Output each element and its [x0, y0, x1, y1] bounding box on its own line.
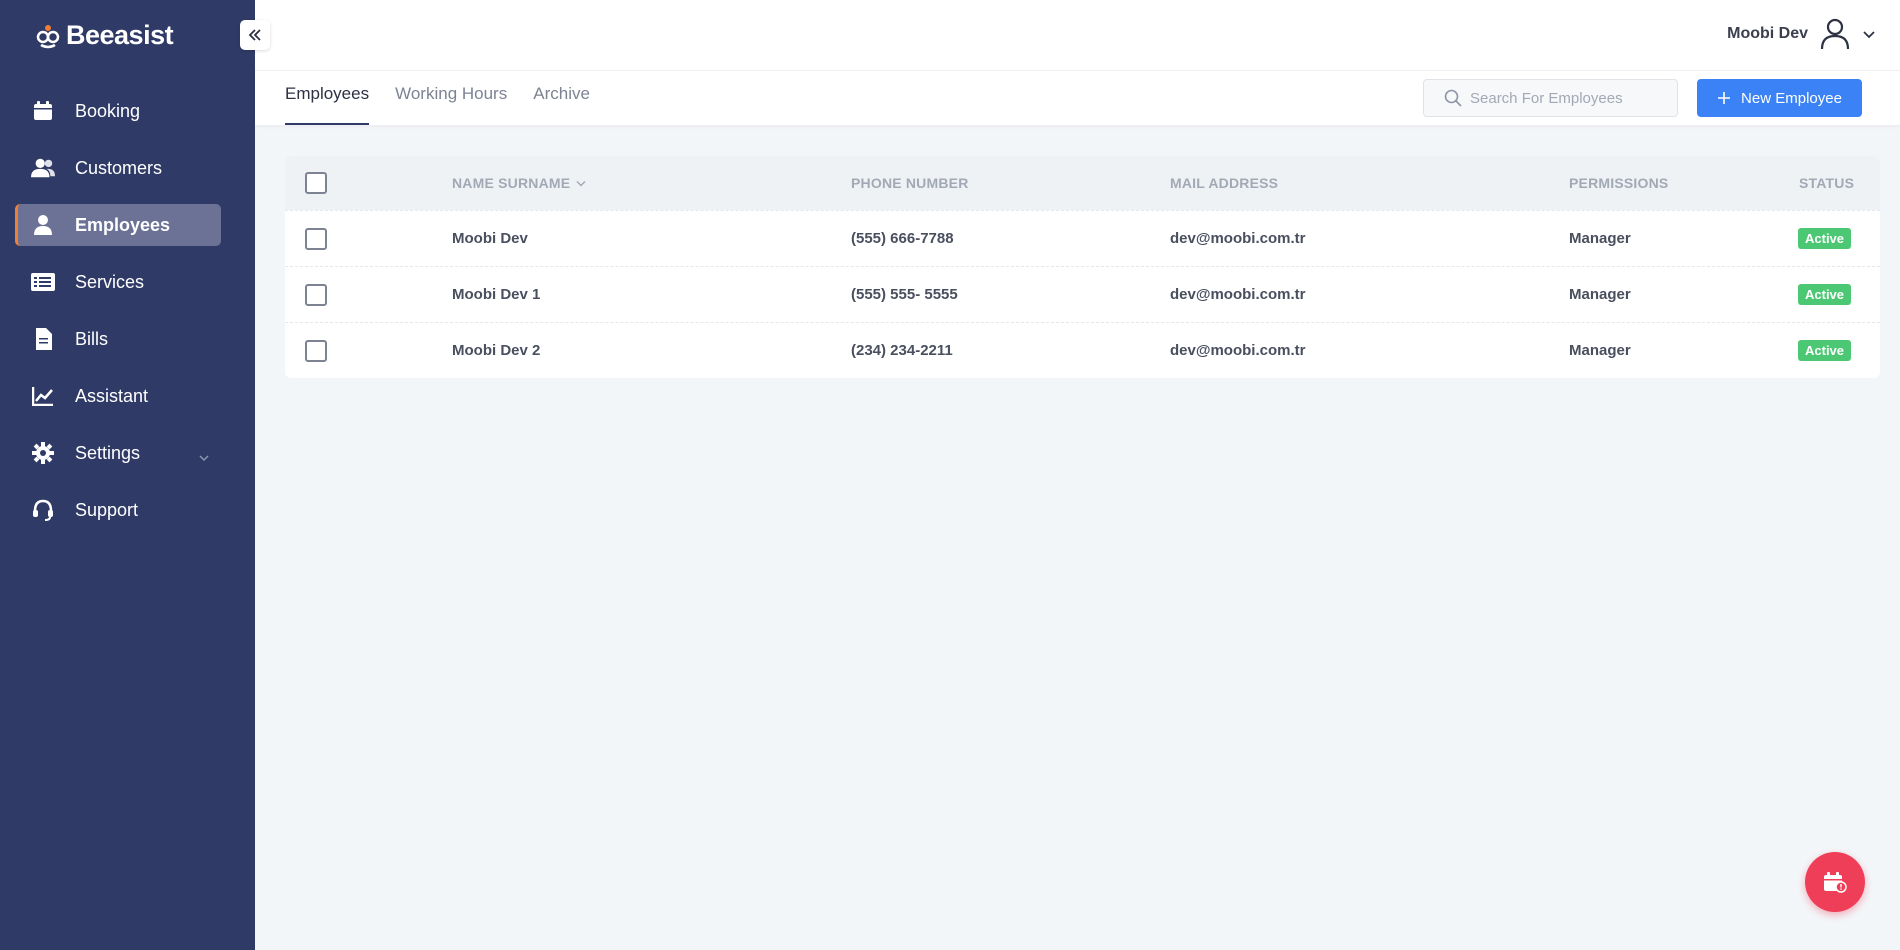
table-row[interactable]: Moobi Dev 2 (234) 234-2211 dev@moobi.com…	[285, 322, 1880, 378]
employees-table: NAME SURNAME PHONE NUMBER MAIL ADDRESS P…	[285, 156, 1880, 378]
user-name: Moobi Dev	[1727, 25, 1808, 42]
employee-name: Moobi Dev 1	[452, 286, 541, 303]
tab-working-hours[interactable]: Working Hours	[395, 71, 507, 125]
sidebar-item-settings[interactable]: Settings	[15, 432, 221, 474]
table-row[interactable]: Moobi Dev (555) 666-7788 dev@moobi.com.t…	[285, 210, 1880, 266]
employee-phone: (234) 234-2211	[851, 342, 953, 359]
sidebar-item-bills[interactable]: Bills	[15, 318, 221, 360]
sidebar-item-label: Booking	[75, 100, 141, 121]
user-menu[interactable]: Moobi Dev	[1727, 18, 1876, 50]
column-header-phone: PHONE NUMBER	[851, 175, 969, 191]
new-employee-button[interactable]: New Employee	[1697, 79, 1862, 117]
employee-mail: dev@moobi.com.tr	[1170, 230, 1306, 247]
sidebar-item-label: Support	[75, 499, 139, 520]
employee-name: Moobi Dev 2	[452, 342, 541, 359]
select-all-checkbox[interactable]	[305, 172, 327, 194]
row-checkbox[interactable]	[305, 227, 327, 250]
column-header-permissions: PERMISSIONS	[1569, 175, 1669, 191]
sidebar-item-support[interactable]: Support	[15, 489, 221, 531]
sidebar-item-assistant[interactable]: Assistant	[15, 375, 221, 417]
status-badge: Active	[1798, 228, 1852, 249]
calendar-alert-icon	[1824, 872, 1847, 893]
chevron-down-icon	[199, 446, 209, 467]
headset-icon	[31, 498, 55, 522]
row-checkbox[interactable]	[305, 339, 327, 362]
sidebar-item-label: Services	[75, 271, 145, 292]
chevron-down-icon	[1863, 31, 1875, 39]
row-checkbox[interactable]	[305, 283, 327, 306]
sidebar-item-employees[interactable]: Employees	[15, 204, 221, 246]
plus-icon	[1718, 92, 1731, 104]
sidebar-item-label: Settings	[75, 442, 141, 463]
column-header-label: NAME SURNAME	[452, 175, 571, 191]
sidebar-item-services[interactable]: Services	[15, 261, 221, 303]
brand-logo[interactable]: Beeasist	[34, 20, 174, 51]
calendar-icon	[31, 99, 55, 123]
column-header-status: STATUS	[1799, 175, 1855, 191]
employee-mail: dev@moobi.com.tr	[1170, 342, 1306, 359]
search-box	[1423, 79, 1678, 117]
sidebar: Beeasist Booking Customers Employees Ser…	[0, 0, 255, 950]
sidebar-item-booking[interactable]: Booking	[15, 90, 221, 132]
sidebar-item-label: Employees	[75, 214, 171, 235]
employee-phone: (555) 555- 5555	[851, 286, 958, 303]
employee-permissions: Manager	[1569, 342, 1631, 359]
chart-line-icon	[31, 384, 55, 408]
file-icon	[31, 327, 55, 351]
tab-archive[interactable]: Archive	[533, 71, 590, 125]
top-bar: Moobi Dev	[255, 0, 1900, 71]
table-row[interactable]: Moobi Dev 1 (555) 555- 5555 dev@moobi.co…	[285, 266, 1880, 322]
employee-permissions: Manager	[1569, 286, 1631, 303]
brand-name: Beeasist	[66, 20, 174, 50]
employee-name: Moobi Dev	[452, 230, 528, 247]
search-input[interactable]	[1470, 89, 1670, 107]
new-employee-label: New Employee	[1741, 89, 1842, 107]
double-chevron-left-icon	[248, 29, 261, 41]
sort-chevron-down-icon	[576, 180, 586, 187]
employee-mail: dev@moobi.com.tr	[1170, 286, 1306, 303]
sidebar-nav: Booking Customers Employees Services Bil…	[15, 90, 221, 546]
tab-employees[interactable]: Employees	[285, 71, 370, 125]
user-icon	[31, 213, 55, 237]
tabs-bar: Employees Working Hours Archive New Empl…	[255, 71, 1900, 125]
table-header: NAME SURNAME PHONE NUMBER MAIL ADDRESS P…	[285, 156, 1880, 210]
calendar-fab-button[interactable]	[1805, 852, 1865, 912]
bee-logo-icon	[36, 24, 60, 48]
status-badge: Active	[1798, 340, 1852, 361]
sidebar-item-label: Customers	[75, 157, 163, 178]
sidebar-item-customers[interactable]: Customers	[15, 147, 221, 189]
sidebar-item-label: Bills	[75, 328, 109, 349]
sidebar-item-label: Assistant	[75, 385, 149, 406]
list-icon	[31, 270, 55, 294]
collapse-sidebar-button[interactable]	[240, 20, 270, 50]
status-badge: Active	[1798, 284, 1852, 305]
employee-phone: (555) 666-7788	[851, 230, 954, 247]
users-icon	[31, 156, 55, 180]
column-header-name[interactable]: NAME SURNAME	[452, 156, 586, 210]
column-header-mail: MAIL ADDRESS	[1170, 175, 1279, 191]
search-icon	[1444, 89, 1462, 107]
tab-list: Employees Working Hours Archive	[285, 71, 616, 125]
employee-permissions: Manager	[1569, 230, 1631, 247]
gear-icon	[31, 441, 55, 465]
user-avatar-icon	[1820, 18, 1850, 50]
